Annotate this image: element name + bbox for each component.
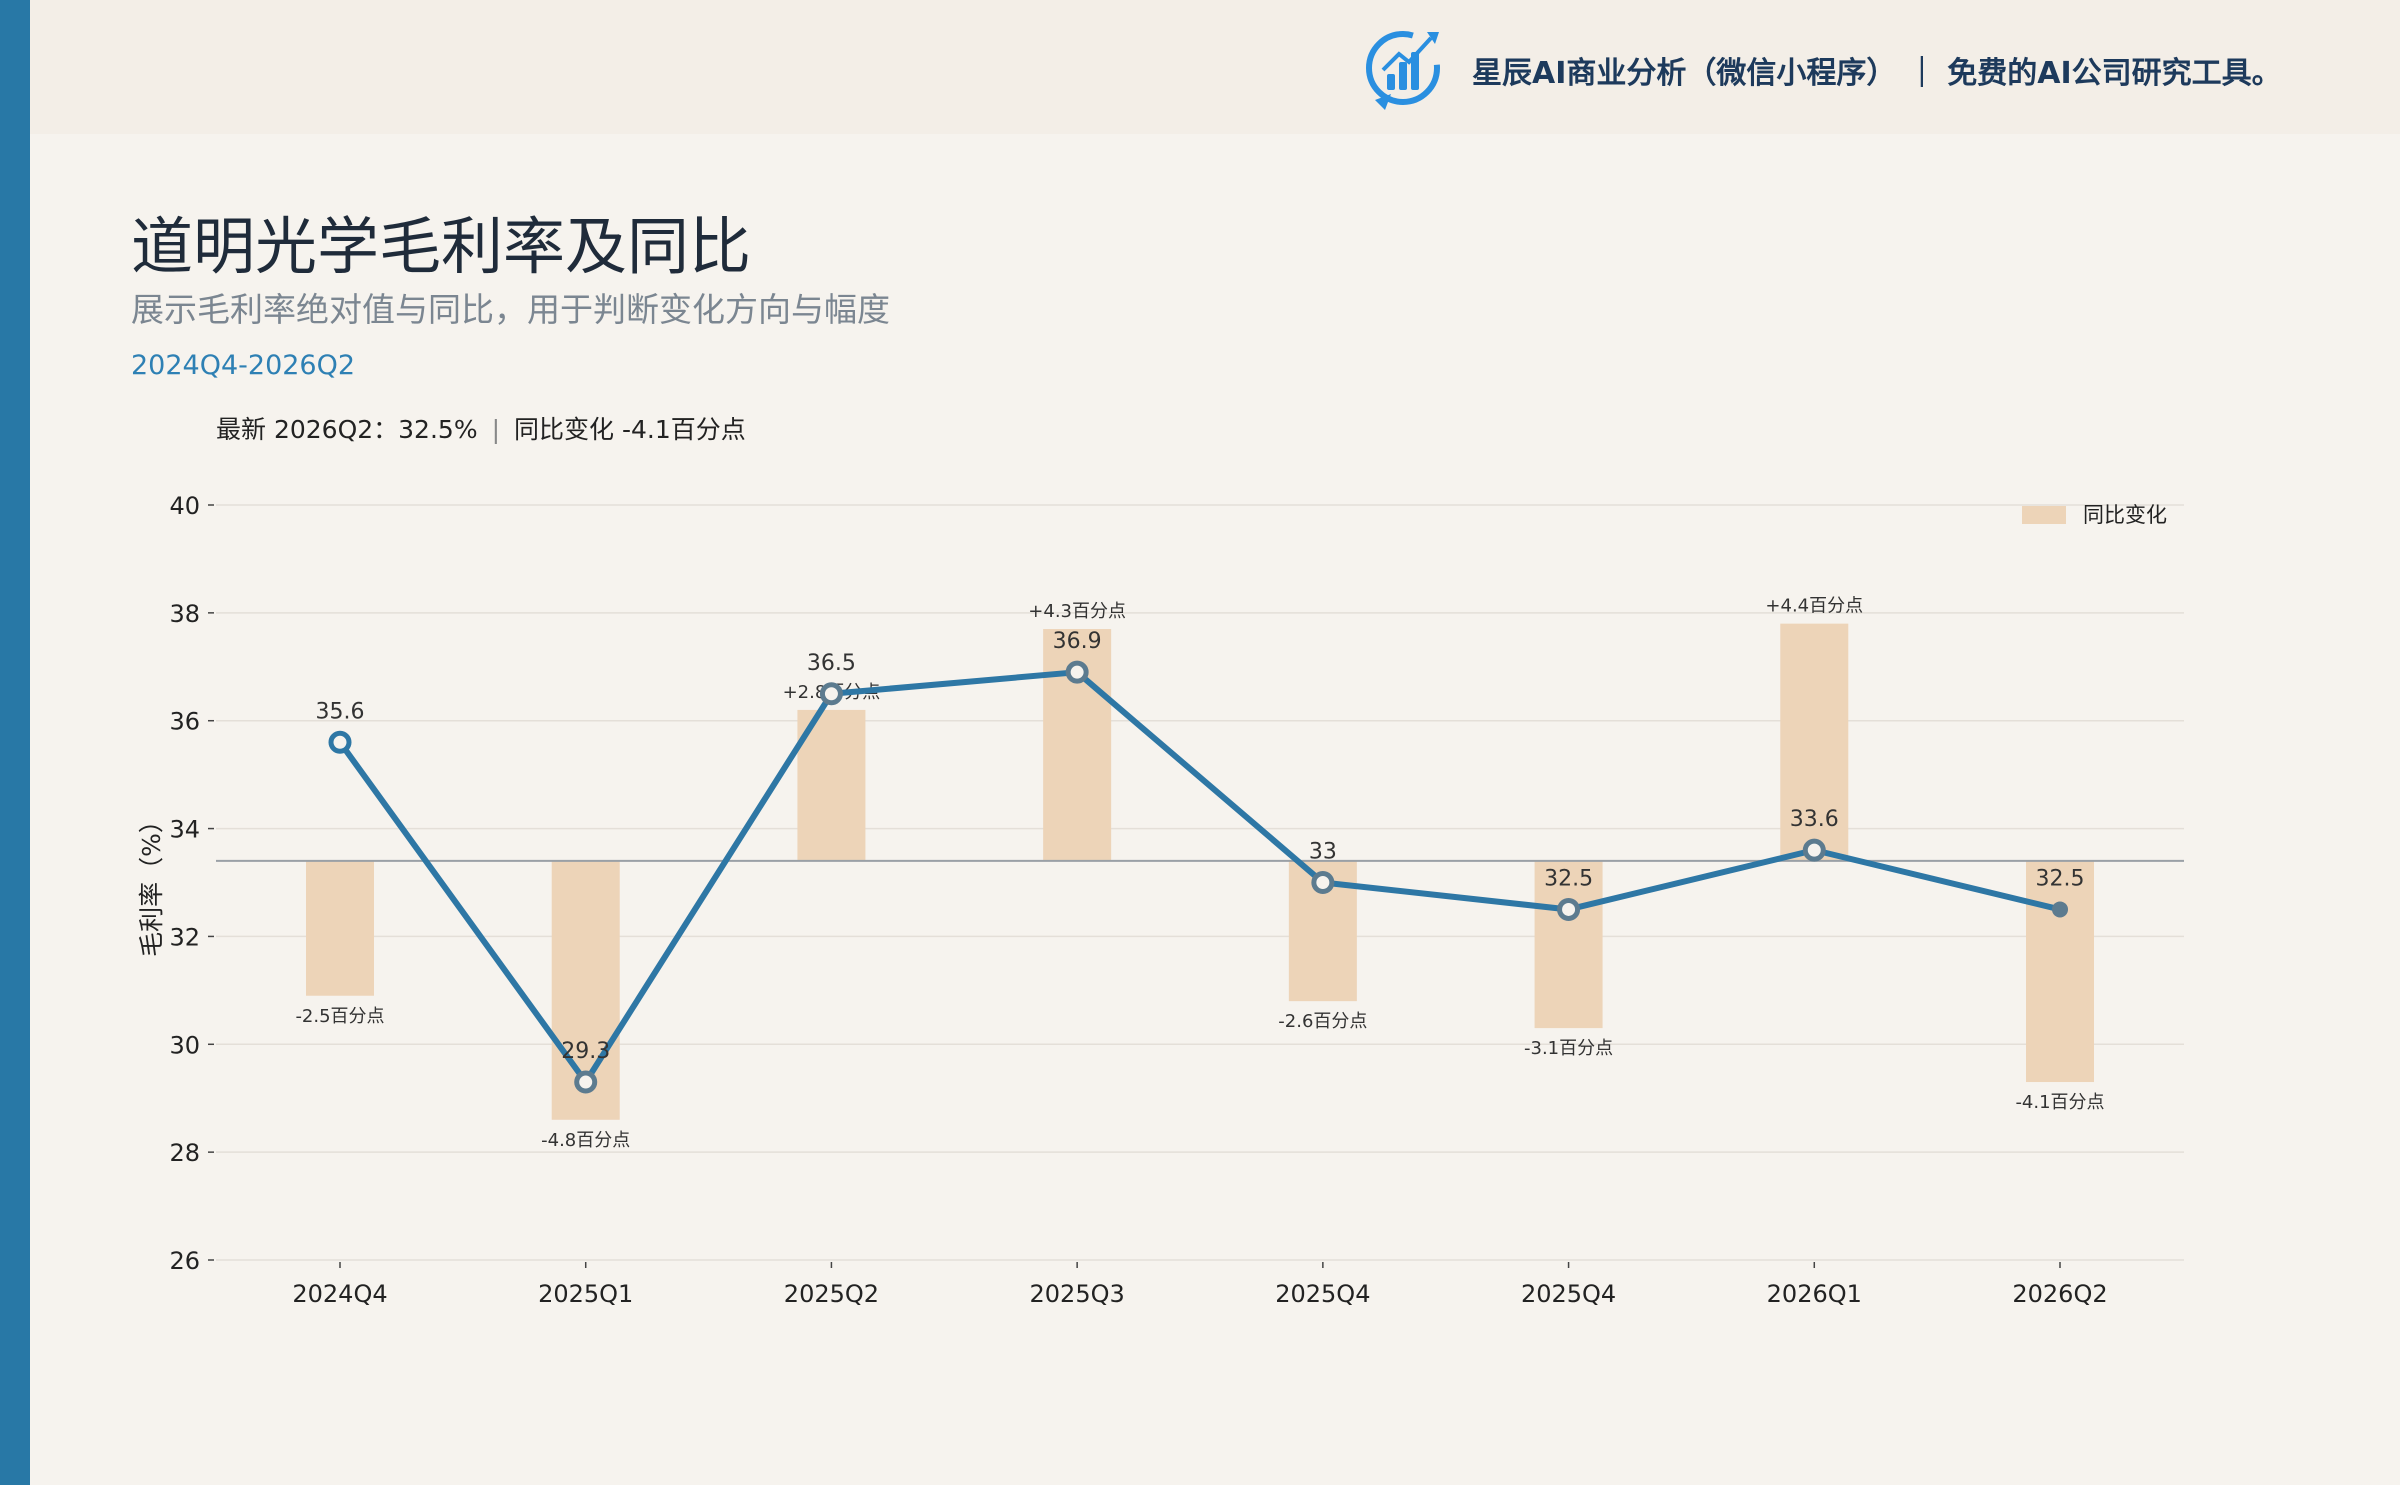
legend-swatch-yoy	[2022, 506, 2066, 524]
y-tick-label: 30	[169, 1031, 200, 1059]
yoy-bar-label: +4.4百分点	[1765, 596, 1863, 617]
x-tick-label: 2025Q4	[1275, 1280, 1370, 1308]
line-point-label: 36.9	[1053, 629, 1102, 654]
line-point-label: 35.6	[316, 699, 365, 724]
legend-label-yoy: 同比变化	[2083, 503, 2167, 527]
yoy-bar-label: -4.8百分点	[541, 1130, 630, 1151]
x-tick-label: 2026Q2	[2012, 1280, 2107, 1308]
x-tick-label: 2026Q1	[1767, 1280, 1862, 1308]
line-point-marker	[574, 1070, 598, 1094]
line-point-marker	[1557, 897, 1581, 921]
line-point-marker	[819, 682, 843, 706]
yoy-bar-label: -4.1百分点	[2015, 1092, 2104, 1113]
line-point-marker	[328, 730, 352, 754]
yoy-bar	[306, 860, 374, 996]
yoy-bar-label: +4.3百分点	[1028, 601, 1126, 622]
y-tick-label: 28	[169, 1139, 200, 1167]
x-tick-label: 2025Q4	[1521, 1280, 1616, 1308]
x-tick-label: 2025Q3	[1030, 1280, 1125, 1308]
x-tick-label: 2024Q4	[292, 1280, 387, 1308]
gross-margin-chart: 2628303234363840毛利率（%）-2.5百分点-4.8百分点+2.8…	[137, 492, 2184, 1308]
line-point-label: 29.3	[561, 1039, 610, 1064]
yoy-bar-label: -2.5百分点	[295, 1006, 384, 1027]
yoy-bar	[2026, 860, 2094, 1083]
y-tick-label: 40	[169, 492, 200, 520]
line-point-label: 32.5	[1544, 866, 1593, 891]
line-point-label: 33.6	[1790, 807, 1839, 832]
x-tick-label: 2025Q1	[538, 1280, 633, 1308]
y-axis-label: 毛利率（%）	[137, 808, 166, 957]
line-point-label: 36.5	[807, 651, 856, 676]
line-point-marker	[1802, 838, 1826, 862]
y-tick-label: 38	[169, 600, 200, 628]
line-point-marker	[2052, 901, 2068, 918]
line-point-marker	[1065, 660, 1089, 684]
y-tick-label: 26	[169, 1247, 200, 1275]
yoy-bar-label: -2.6百分点	[1278, 1011, 1367, 1032]
y-tick-label: 36	[169, 708, 200, 736]
y-tick-label: 34	[169, 816, 200, 844]
x-tick-label: 2025Q2	[784, 1280, 879, 1308]
line-point-label: 33	[1309, 840, 1337, 865]
line-point-marker	[1311, 871, 1335, 894]
y-tick-label: 32	[169, 923, 200, 951]
line-point-label: 32.5	[2036, 866, 2085, 891]
yoy-bar-label: -3.1百分点	[1524, 1038, 1613, 1059]
